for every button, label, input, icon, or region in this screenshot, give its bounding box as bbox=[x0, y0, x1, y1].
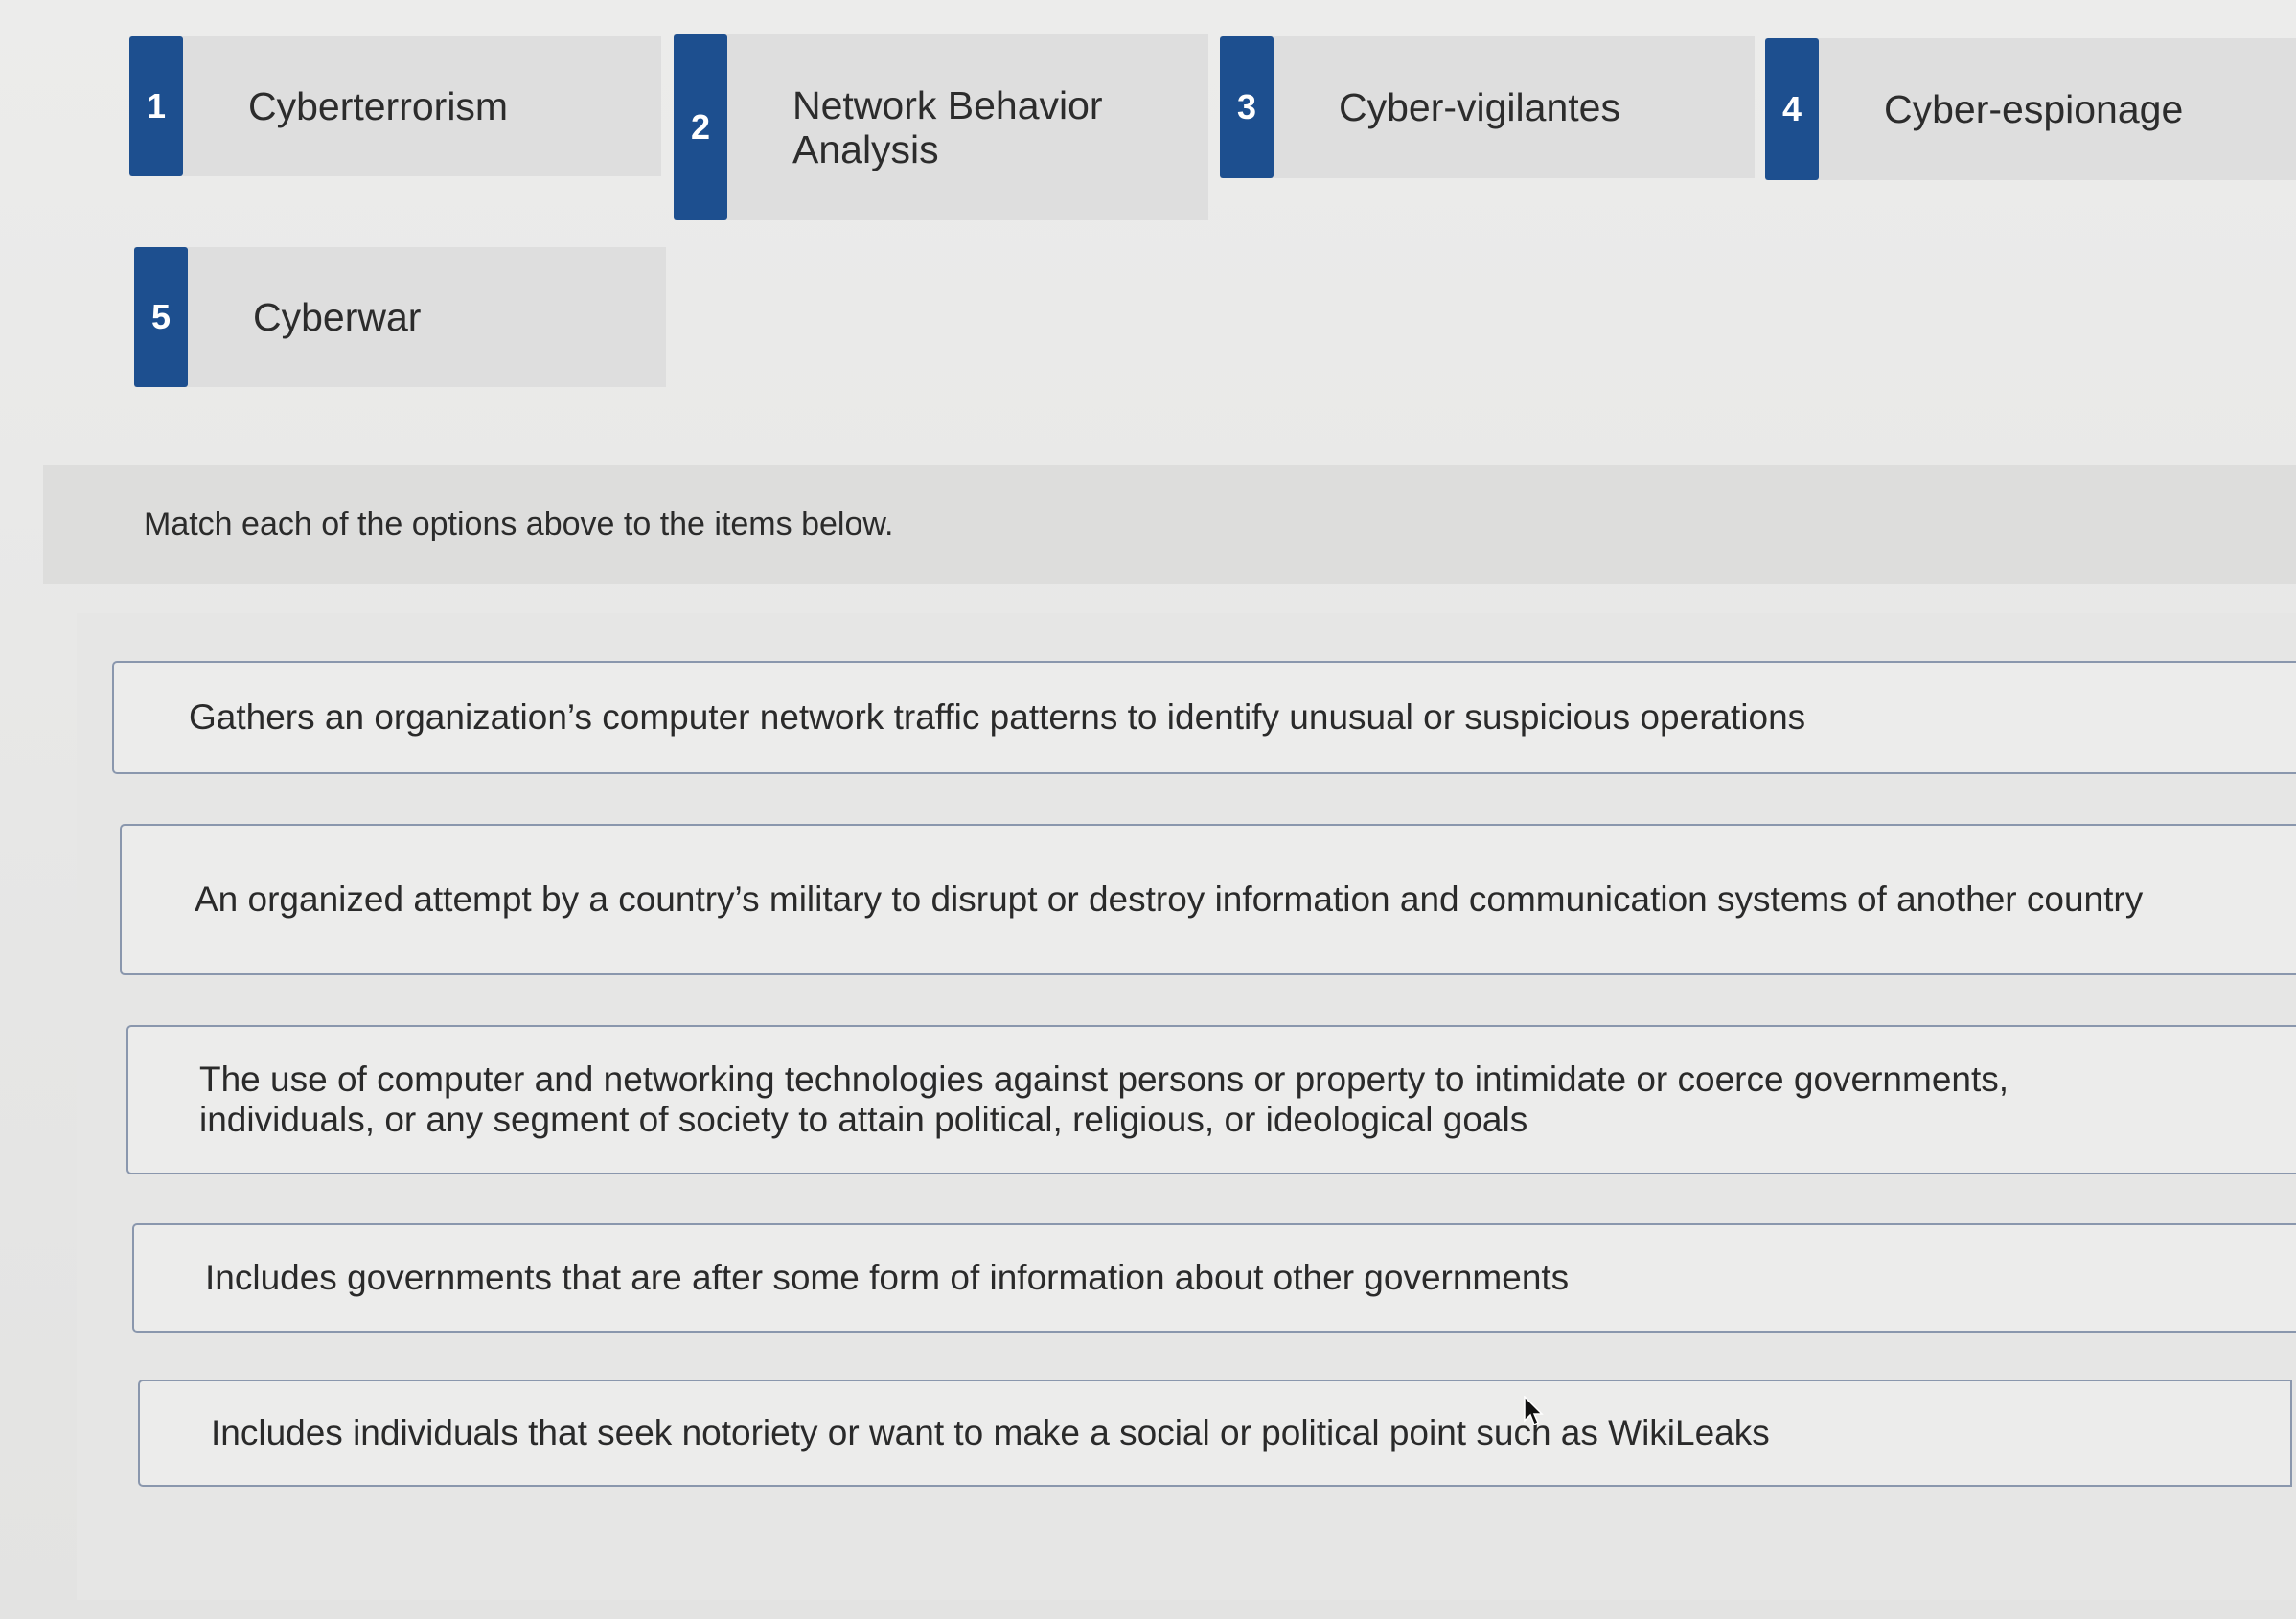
option-number-badge: 5 bbox=[134, 247, 188, 387]
option-cyberterrorism[interactable]: 1 Cyberterrorism bbox=[129, 36, 661, 176]
target-description: The use of computer and networking techn… bbox=[199, 1060, 2009, 1139]
option-number-badge: 4 bbox=[1765, 38, 1819, 180]
option-network-behavior-analysis[interactable]: 2 Network Behavior Analysis bbox=[674, 34, 1208, 220]
option-label: Cyber-vigilantes bbox=[1339, 85, 1620, 129]
drop-target[interactable]: Includes individuals that seek notoriety… bbox=[138, 1380, 2292, 1487]
drop-target[interactable]: Gathers an organization’s computer netwo… bbox=[112, 661, 2296, 774]
target-description: Includes governments that are after some… bbox=[205, 1258, 1570, 1297]
option-number-badge: 2 bbox=[674, 34, 727, 220]
option-label: Cyber-espionage bbox=[1884, 87, 2184, 131]
instruction-text: Match each of the options above to the i… bbox=[43, 465, 2296, 584]
option-label: Cyberwar bbox=[253, 295, 422, 339]
target-description: Gathers an organization’s computer netwo… bbox=[189, 697, 1806, 737]
option-number-badge: 3 bbox=[1220, 36, 1274, 178]
option-number-badge: 1 bbox=[129, 36, 183, 176]
drop-target[interactable]: The use of computer and networking techn… bbox=[126, 1025, 2296, 1174]
option-cyber-espionage[interactable]: 4 Cyber-espionage bbox=[1765, 38, 2296, 180]
option-cyberwar[interactable]: 5 Cyberwar bbox=[134, 247, 666, 387]
matching-activity: 1 Cyberterrorism 2 Network Behavior Anal… bbox=[0, 0, 2296, 1619]
mouse-pointer-icon bbox=[1524, 1396, 1544, 1426]
target-description: An organized attempt by a country’s mili… bbox=[195, 879, 2144, 919]
drop-target[interactable]: Includes governments that are after some… bbox=[132, 1223, 2296, 1333]
option-label: Cyberterrorism bbox=[248, 84, 509, 128]
option-label: Network Behavior Analysis bbox=[792, 83, 1103, 171]
option-cyber-vigilantes[interactable]: 3 Cyber-vigilantes bbox=[1220, 36, 1755, 178]
drop-target[interactable]: An organized attempt by a country’s mili… bbox=[120, 824, 2296, 975]
